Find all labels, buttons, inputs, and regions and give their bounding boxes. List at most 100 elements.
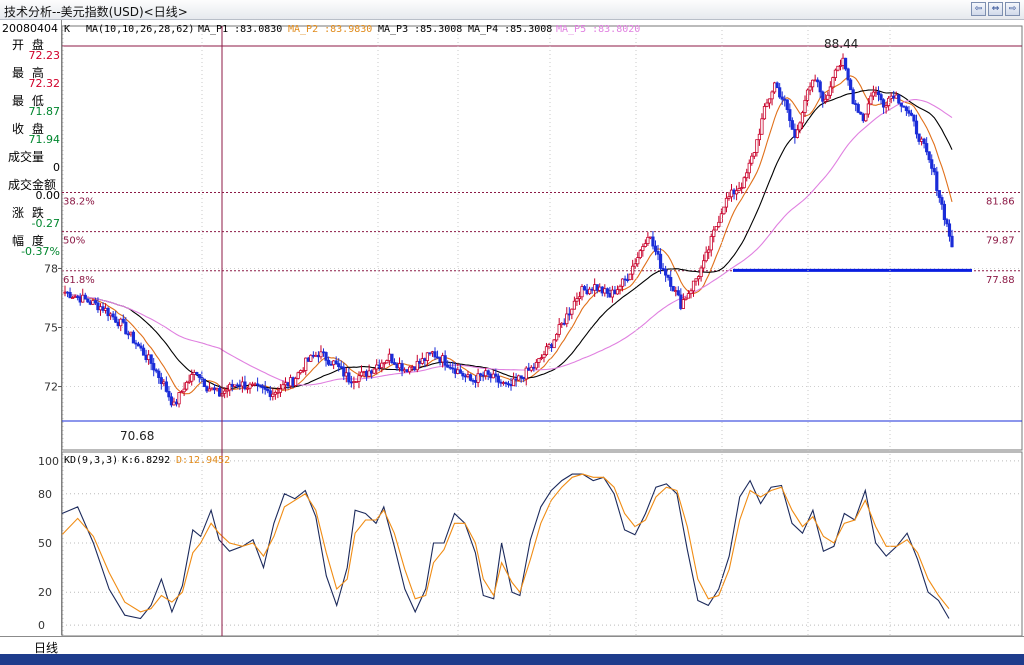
candle — [712, 226, 716, 243]
candle — [349, 375, 353, 388]
candle-body — [461, 372, 465, 377]
candle-body — [633, 263, 637, 267]
candle — [506, 380, 511, 388]
candle-body — [88, 301, 92, 305]
candle-body — [755, 139, 759, 153]
candle — [311, 351, 315, 359]
candle — [755, 139, 759, 157]
candle — [240, 376, 244, 393]
candle-body — [811, 79, 815, 88]
candle-body — [245, 387, 250, 390]
candle — [245, 387, 250, 394]
candle — [174, 398, 179, 407]
candle — [192, 369, 196, 381]
candle — [724, 193, 729, 213]
candle — [696, 275, 701, 286]
candle-body — [909, 112, 914, 116]
candle — [187, 374, 191, 385]
candle — [517, 374, 521, 381]
candle — [669, 271, 673, 291]
candle — [600, 286, 604, 297]
candle-body — [646, 236, 650, 244]
candle — [316, 351, 321, 363]
candlestick-series — [63, 53, 954, 408]
candle — [162, 379, 166, 387]
candle — [575, 292, 579, 306]
candle — [717, 215, 721, 229]
candle-body — [397, 363, 402, 369]
candle-body — [154, 369, 158, 372]
candle — [549, 342, 554, 352]
candle-body — [382, 362, 386, 365]
restore-icon[interactable]: ⇔ — [988, 2, 1003, 16]
candle-body — [529, 366, 533, 371]
candle — [836, 65, 840, 72]
candle-body — [283, 382, 288, 386]
candle — [846, 67, 850, 86]
candle — [134, 339, 138, 350]
candle — [582, 285, 587, 291]
candle-body — [291, 377, 295, 386]
candle-body — [658, 253, 663, 269]
candle-body — [509, 384, 513, 387]
candle — [580, 284, 584, 301]
candle-body — [187, 380, 191, 383]
y-tick-label-0: 72 — [44, 381, 58, 394]
candle — [666, 274, 670, 281]
candle-body — [790, 120, 794, 130]
candle-body — [314, 354, 318, 357]
ma-short-line — [64, 75, 953, 395]
candle — [438, 356, 442, 366]
candle-body — [598, 286, 602, 291]
candle-body — [841, 57, 845, 66]
candle — [585, 283, 589, 296]
candle-body — [562, 322, 566, 325]
candle-body — [103, 307, 108, 311]
candle — [405, 368, 409, 373]
candle — [745, 168, 749, 182]
candle — [808, 82, 812, 96]
candle-body — [702, 260, 706, 269]
fib-label-2: 61.8% — [63, 275, 95, 286]
fib-value-2: 77.88 — [986, 275, 1015, 286]
candle — [907, 106, 911, 117]
candle — [202, 378, 206, 388]
candle-body — [410, 366, 414, 369]
candle-body — [511, 378, 516, 387]
candle-body — [664, 268, 668, 276]
candle-body — [435, 356, 440, 359]
candle — [172, 397, 176, 406]
candle-body — [68, 292, 72, 299]
candle-body — [770, 91, 774, 100]
candle — [106, 306, 110, 322]
candle-body — [570, 308, 574, 315]
candle — [889, 92, 893, 104]
candle-body — [339, 366, 343, 368]
candle-body — [329, 363, 333, 366]
candle-body — [519, 375, 523, 378]
status-bar — [0, 654, 1024, 665]
candle-body — [134, 342, 138, 345]
fib-value-1: 79.87 — [986, 236, 1015, 247]
candle — [364, 369, 369, 381]
candle-body — [235, 384, 239, 387]
next-icon[interactable]: ⇨ — [1005, 2, 1020, 16]
candle-body — [651, 236, 655, 247]
candle — [514, 373, 518, 387]
candle — [402, 367, 407, 373]
candle — [256, 377, 260, 392]
candle-body — [342, 366, 346, 377]
candle-body — [937, 190, 941, 198]
chart-frames — [61, 25, 1023, 636]
candle — [897, 94, 901, 105]
candle-body — [471, 379, 475, 382]
chart-canvas[interactable]: 38.2% 81.86 50% 79.87 61.8% 77.88 72 75 78 0 20 5… — [0, 20, 1024, 636]
candle-body — [258, 384, 262, 387]
candle-body — [273, 391, 277, 395]
candle — [453, 362, 457, 379]
candle-body — [212, 387, 217, 391]
prev-icon[interactable]: ⇦ — [971, 2, 986, 16]
candle-body — [747, 162, 751, 174]
candle-body — [925, 143, 929, 153]
candle — [833, 68, 838, 81]
